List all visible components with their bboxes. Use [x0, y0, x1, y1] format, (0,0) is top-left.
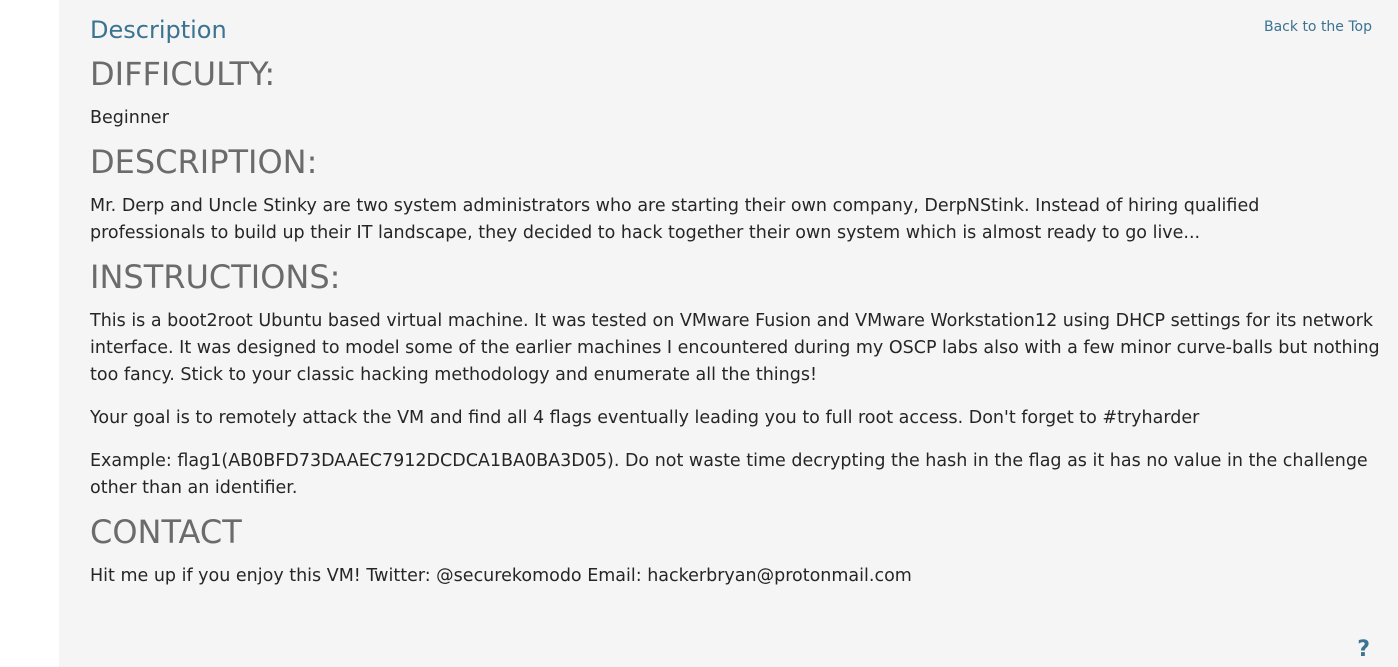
instructions-paragraph: Example: flag1(AB0BFD73DAAEC7912DCDCA1BA…	[90, 451, 1368, 498]
section-title: Description	[90, 16, 227, 44]
description-text: Mr. Derp and Uncle Stinky are two system…	[90, 196, 1260, 243]
instructions-paragraph: This is a boot2root Ubuntu based virtual…	[90, 311, 1380, 385]
description-content: DIFFICULTY: Beginner DESCRIPTION: Mr. De…	[90, 52, 1380, 590]
instructions-heading: INSTRUCTIONS:	[90, 258, 341, 296]
contact-heading: CONTACT	[90, 513, 242, 551]
description-panel: Description Back to the Top DIFFICULTY: …	[59, 0, 1398, 667]
contact-text: Hit me up if you enjoy this VM! Twitter:…	[90, 566, 912, 586]
description-heading: DESCRIPTION:	[90, 143, 318, 181]
back-to-top-link[interactable]: Back to the Top	[1264, 17, 1372, 37]
question-mark-icon[interactable]: ?	[1357, 637, 1370, 663]
difficulty-heading: DIFFICULTY:	[90, 55, 276, 93]
difficulty-value: Beginner	[90, 108, 169, 128]
instructions-paragraph: Your goal is to remotely attack the VM a…	[90, 408, 1200, 428]
